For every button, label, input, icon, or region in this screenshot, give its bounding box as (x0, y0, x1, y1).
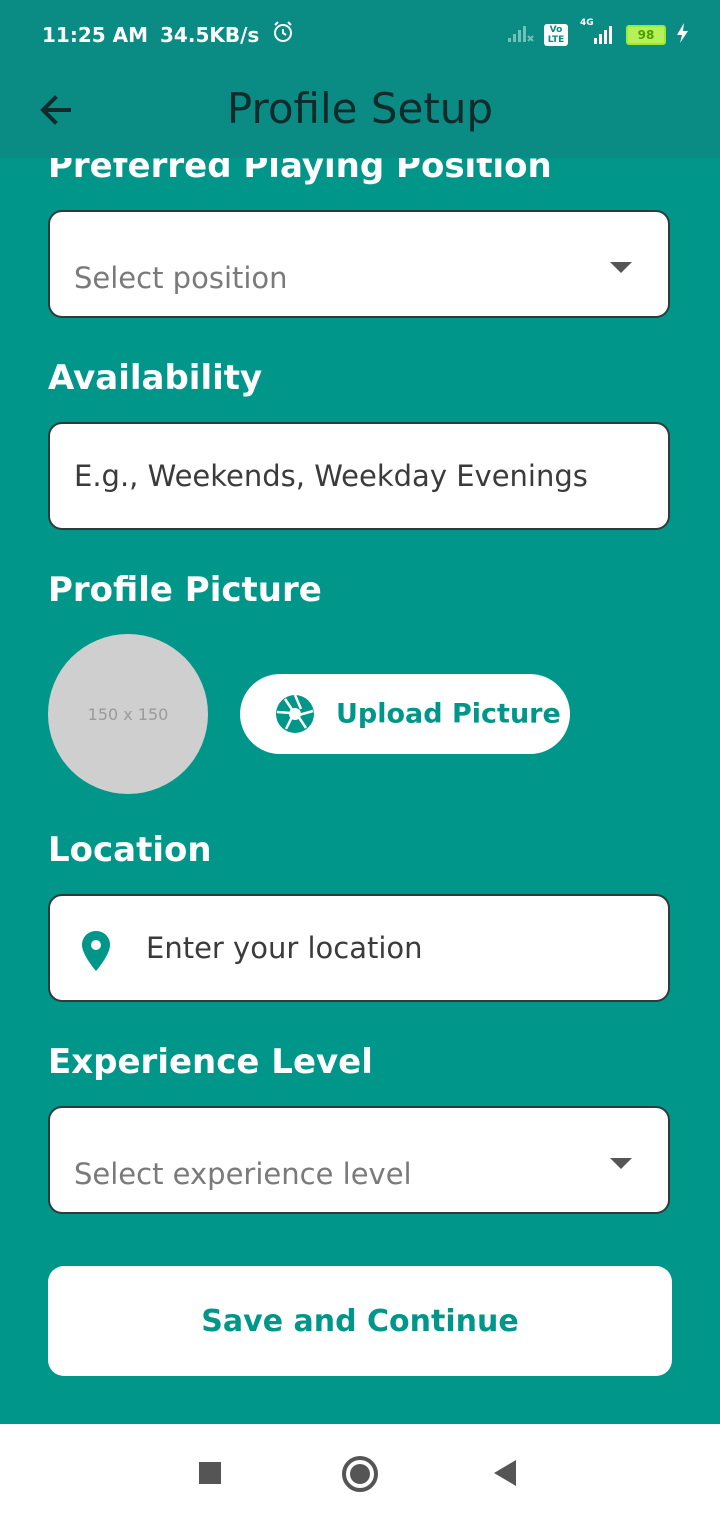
experience-label: Experience Level (48, 1042, 373, 1082)
position-dropdown[interactable]: Select position (48, 210, 670, 318)
battery-level: 98 (637, 28, 655, 42)
home-button[interactable] (342, 1456, 378, 1492)
experience-placeholder: Select experience level (74, 1157, 412, 1191)
save-button-label: Save and Continue (201, 1303, 519, 1339)
app-bar: Profile Setup (0, 70, 720, 158)
form-content[interactable]: Preferred Playing Position Select positi… (0, 158, 720, 1424)
location-label: Location (48, 830, 212, 870)
system-back-button[interactable] (494, 1460, 516, 1486)
location-pin-icon (80, 930, 112, 976)
camera-aperture-icon (274, 693, 316, 739)
location-input[interactable]: Enter your location (48, 894, 670, 1002)
availability-label: Availability (48, 358, 263, 398)
volte-icon: Vo LTE (544, 24, 568, 46)
status-bar: 11:25 AM 34.5KB/s Vo LTE 4G 98 (0, 0, 720, 70)
charging-icon (676, 22, 690, 48)
upload-picture-label: Upload Picture (336, 698, 561, 730)
system-nav-bar (0, 1424, 720, 1520)
dropdown-triangle-icon (610, 262, 632, 273)
availability-placeholder: E.g., Weekends, Weekday Evenings (74, 459, 588, 493)
avatar-placeholder: 150 x 150 (48, 634, 208, 794)
save-and-continue-button[interactable]: Save and Continue (48, 1266, 672, 1376)
battery-icon: 98 (626, 25, 666, 45)
status-time: 11:25 AM (42, 22, 149, 47)
location-placeholder: Enter your location (146, 931, 423, 965)
availability-input[interactable]: E.g., Weekends, Weekday Evenings (48, 422, 670, 530)
signal-weak-icon (506, 22, 534, 48)
status-left: 11:25 AM 34.5KB/s (42, 20, 295, 49)
volte-label: Vo LTE (547, 25, 565, 45)
recents-button[interactable] (199, 1462, 221, 1484)
signal-4g-icon: 4G (578, 18, 616, 46)
status-net-speed: 34.5KB/s (160, 22, 260, 47)
page-title: Profile Setup (226, 84, 494, 133)
experience-dropdown[interactable]: Select experience level (48, 1106, 670, 1214)
avatar-size-label: 150 x 150 (87, 704, 169, 724)
dropdown-triangle-icon (610, 1158, 632, 1169)
profile-picture-label: Profile Picture (48, 570, 322, 610)
position-label: Preferred Playing Position (48, 158, 552, 186)
position-placeholder: Select position (74, 261, 288, 295)
status-right: Vo LTE 4G 98 (506, 18, 690, 48)
alarm-icon (271, 20, 295, 49)
upload-picture-button[interactable]: Upload Picture (240, 674, 570, 754)
